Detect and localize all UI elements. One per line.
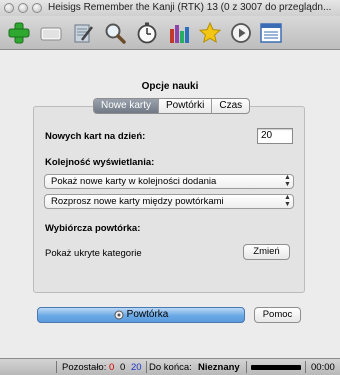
review-button[interactable]: Powtórka: [37, 307, 245, 323]
change-button[interactable]: Zmień: [243, 244, 290, 260]
display-order-label: Kolejność wyświetlania:: [45, 157, 155, 168]
status-divider: [146, 361, 147, 373]
help-button[interactable]: Pomoc: [254, 307, 301, 323]
zoom-window-button[interactable]: [32, 3, 42, 13]
window-title: Heisigs Remember the Kanji (RTK) 13 (0 z…: [48, 2, 332, 13]
stopwatch-icon: [137, 22, 157, 44]
magnifier-icon: [105, 23, 126, 44]
edit-button[interactable]: [70, 20, 96, 46]
new-card-order-select[interactable]: Pokaż nowe karty w kolejności dodania ▲ ▼: [44, 174, 294, 189]
tab-reviews[interactable]: Powtórki: [159, 99, 213, 113]
status-divider: [305, 361, 306, 373]
play-button[interactable]: [228, 20, 254, 46]
notepad-pencil-icon: [74, 24, 93, 43]
remaining-label: Pozostało:: [62, 362, 107, 373]
deck-button[interactable]: [38, 20, 64, 46]
minimize-window-button[interactable]: [18, 3, 28, 13]
browse-button[interactable]: [102, 20, 128, 46]
selective-review-label: Wybiórcza powtórka:: [45, 223, 141, 234]
green-plus-icon: [8, 22, 30, 44]
updown-arrows-icon: ▲ ▼: [284, 174, 291, 188]
hidden-categories-label: Pokaż ukryte kategorie: [45, 248, 142, 259]
title-bar: Heisigs Remember the Kanji (RTK) 13 (0 z…: [0, 0, 340, 16]
app-window: Heisigs Remember the Kanji (RTK) 13 (0 z…: [0, 0, 340, 375]
list-button[interactable]: [258, 20, 284, 46]
tab-new-cards[interactable]: Nowe karty: [94, 99, 160, 113]
add-button[interactable]: [6, 20, 32, 46]
tab-time[interactable]: Czas: [212, 99, 249, 113]
until-end-label: Do końca:: [149, 362, 192, 373]
dialog-title: Opcje nauki: [141, 81, 199, 92]
status-divider: [56, 361, 57, 373]
session-time: 00:00: [311, 362, 335, 373]
tab-bar: Nowe karty Powtórki Czas: [93, 98, 251, 114]
progress-bar: [251, 365, 301, 370]
timer-button[interactable]: [134, 20, 160, 46]
new-card-spread-value: Rozprosz nowe karty między powtórkami: [51, 196, 224, 207]
new-card-order-value: Pokaż nowe karty w kolejności dodania: [51, 176, 217, 187]
stats-button[interactable]: [166, 20, 192, 46]
remaining-count-red: 0: [109, 362, 115, 373]
toolbar: [0, 16, 340, 50]
until-end-value: Nieznany: [198, 362, 240, 373]
play-icon: [231, 23, 251, 43]
window-list-icon: [260, 23, 282, 43]
remaining-count-blue: 20: [131, 362, 142, 373]
bar-chart-icon: [170, 25, 189, 43]
new-cards-per-day-label: Nowych kart na dzień:: [45, 131, 146, 142]
review-icon: [114, 310, 124, 320]
close-window-button[interactable]: [4, 3, 14, 13]
new-cards-per-day-input[interactable]: 20: [257, 128, 293, 144]
status-bar: Pozostało: 0 0 20 Do końca: Nieznany 00:…: [0, 358, 340, 375]
updown-arrows-icon: ▲ ▼: [284, 194, 291, 208]
remaining-count-black: 0: [120, 362, 126, 373]
new-card-spread-select[interactable]: Rozprosz nowe karty między powtórkami ▲ ▼: [44, 194, 294, 209]
card-icon: [40, 27, 62, 41]
star-icon: [198, 21, 222, 44]
status-divider: [246, 361, 247, 373]
mark-button[interactable]: [197, 20, 223, 46]
review-button-label: Powtórka: [126, 309, 169, 320]
